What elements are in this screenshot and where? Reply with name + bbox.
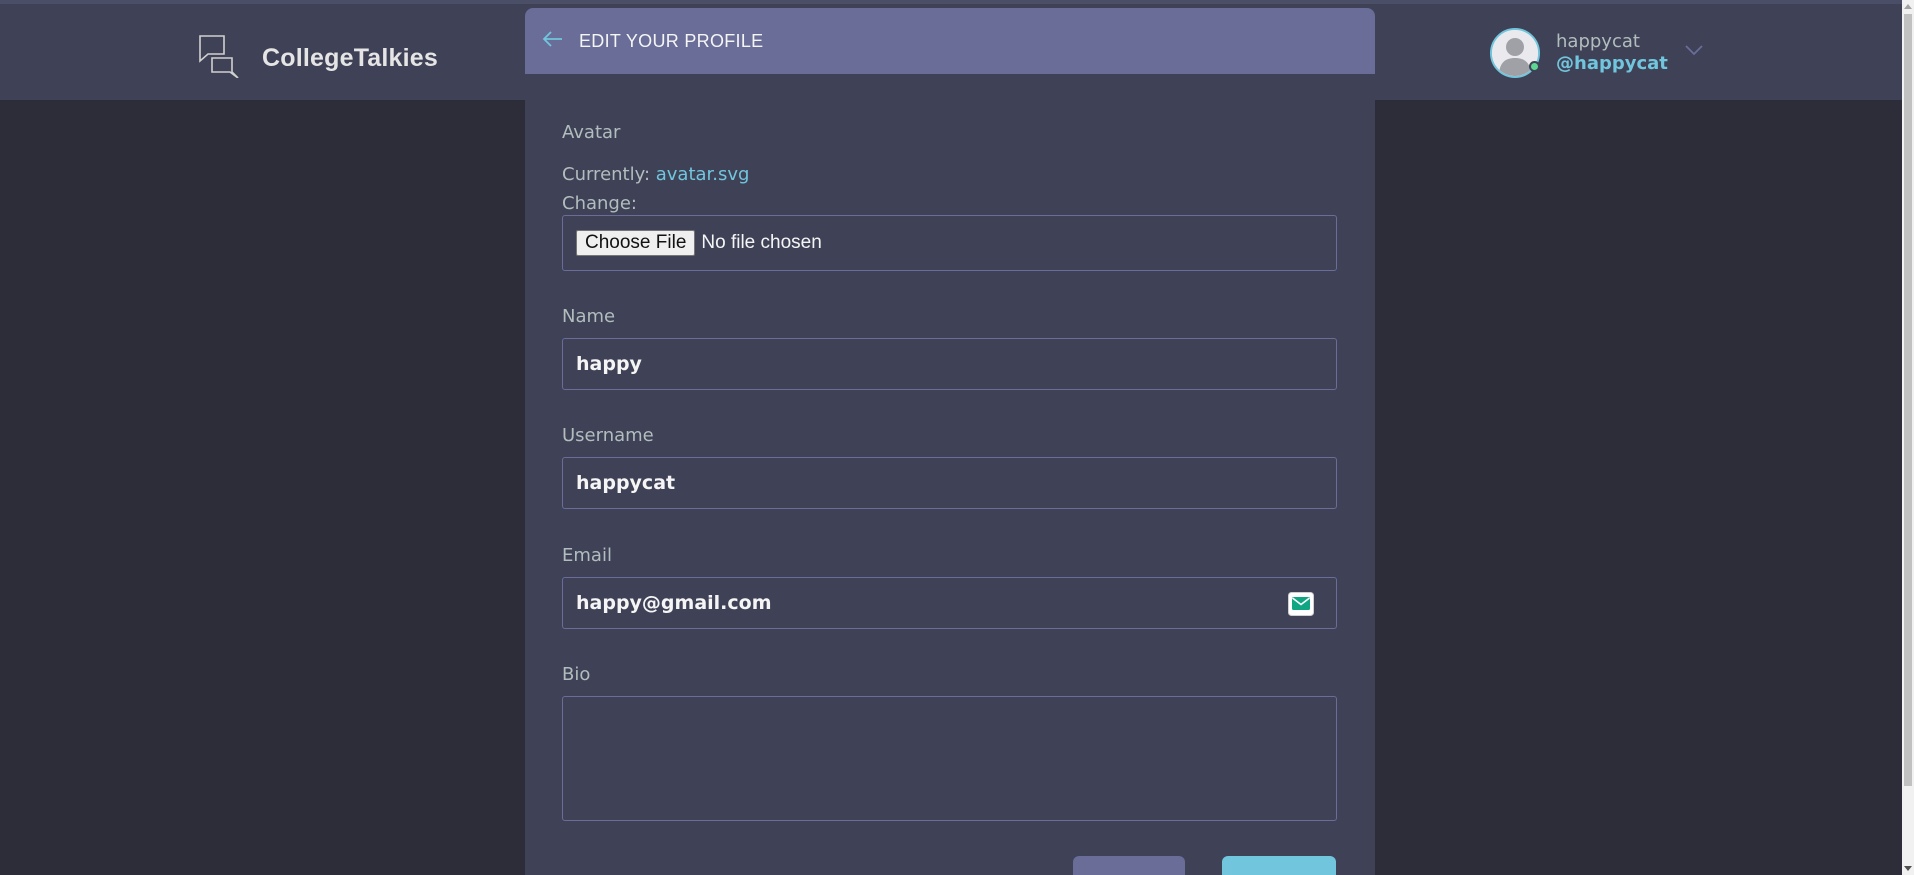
arrow-left-icon[interactable]	[541, 27, 565, 51]
user-name: happycat	[1556, 31, 1640, 52]
name-value: happy	[576, 353, 642, 375]
email-value: happy@gmail.com	[576, 592, 772, 614]
scroll-up-arrow-icon[interactable]	[1904, 4, 1912, 9]
scroll-thumb[interactable]	[1904, 14, 1912, 786]
app-name: CollegeTalkies	[262, 43, 439, 72]
user-menu[interactable]: happycat @happycat	[1490, 28, 1703, 78]
chevron-down-icon[interactable]	[1682, 38, 1706, 62]
currently-label: Currently:	[562, 164, 651, 185]
chat-bubbles-icon	[198, 34, 242, 82]
choose-file-button[interactable]: Choose File	[576, 230, 696, 256]
modal-header: EDIT YOUR PROFILE	[525, 8, 1375, 74]
mail-autofill-icon[interactable]	[1288, 592, 1314, 616]
change-label: Change:	[562, 193, 637, 214]
avatar-label: Avatar	[562, 122, 621, 143]
username-value: happycat	[576, 472, 676, 494]
avatar[interactable]	[1490, 28, 1540, 78]
bio-textarea[interactable]	[562, 696, 1337, 821]
modal-title: EDIT YOUR PROFILE	[579, 30, 764, 51]
file-status: No file chosen	[701, 232, 822, 253]
name-input[interactable]: happy	[562, 338, 1337, 390]
username-input[interactable]: happycat	[562, 457, 1337, 509]
name-label: Name	[562, 306, 616, 327]
online-status-dot	[1529, 61, 1540, 72]
email-input[interactable]: happy@gmail.com	[562, 577, 1337, 629]
current-avatar-link[interactable]: avatar.svg	[656, 164, 750, 185]
email-label: Email	[562, 545, 612, 566]
user-handle: @happycat	[1556, 53, 1668, 74]
edit-profile-modal: EDIT YOUR PROFILE Avatar Currently: avat…	[525, 8, 1375, 875]
page-scrollbar[interactable]	[1902, 0, 1914, 875]
scroll-down-arrow-icon[interactable]	[1904, 866, 1912, 871]
username-label: Username	[562, 425, 654, 446]
avatar-file-input[interactable]: Choose File No file chosen	[562, 215, 1337, 271]
bio-label: Bio	[562, 664, 591, 685]
current-avatar-row: Currently: avatar.svg	[562, 164, 749, 185]
update-button[interactable]	[1222, 856, 1336, 875]
logo[interactable]: CollegeTalkies	[198, 34, 438, 82]
cancel-button[interactable]	[1073, 856, 1185, 875]
